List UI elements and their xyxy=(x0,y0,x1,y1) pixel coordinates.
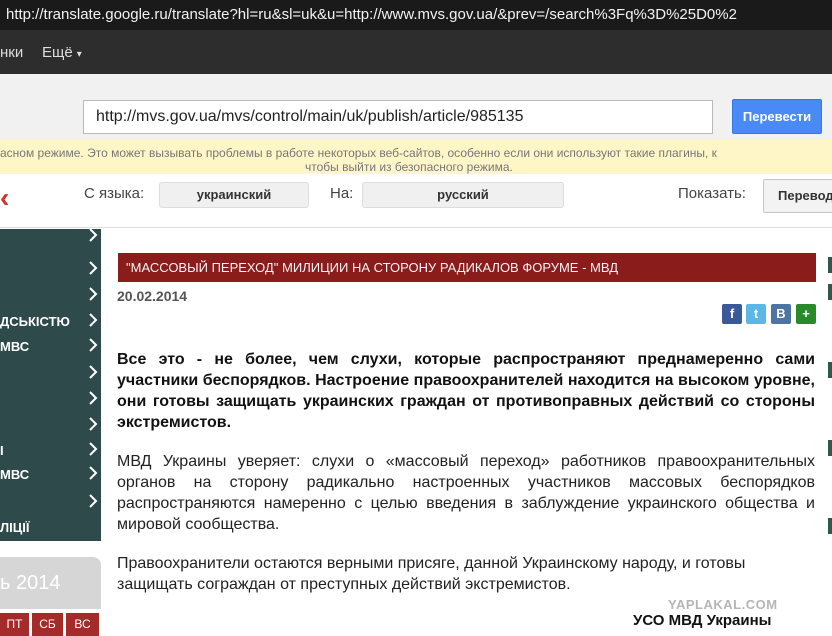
twitter-icon[interactable]: t xyxy=(746,304,766,324)
translate-form: http://mvs.gov.ua/mvs/control/main/uk/pu… xyxy=(0,74,832,140)
sidebar-item-label: ДСЬКІСТЮ xyxy=(0,314,70,329)
address-bar[interactable]: http://translate.google.ru/translate?hl=… xyxy=(0,0,832,30)
chevron-right-icon xyxy=(88,413,99,435)
right-block xyxy=(828,518,832,534)
article-date: 20.02.2014 xyxy=(117,288,188,304)
chevron-right-icon xyxy=(88,361,99,383)
article-title: "МАССОВЫЙ ПЕРЕХОД" МИЛИЦИИ НА СТОРОНУ РА… xyxy=(118,253,816,282)
more-menu-label: Ещё xyxy=(42,44,73,61)
article-paragraph: Правоохранители остаются верными присяге… xyxy=(117,555,746,593)
calendar-weekday: ВС xyxy=(66,613,99,636)
sidebar-item[interactable]: МВС xyxy=(0,333,101,359)
share-more-icon[interactable]: + xyxy=(796,304,816,324)
right-column-fragment xyxy=(822,229,832,636)
watermark: YAPLAKAL.COM xyxy=(668,597,778,612)
calendar-year: ь 2014 xyxy=(0,572,61,594)
address-bar-url: http://translate.google.ru/translate?hl=… xyxy=(6,6,737,23)
language-bar: ‹ С языка: украинский На: русский Показа… xyxy=(0,174,832,228)
to-language-label: На: xyxy=(330,185,354,202)
right-block xyxy=(828,284,832,300)
facebook-icon[interactable]: f xyxy=(722,304,742,324)
warning-text-2: чтобы выйти из безопасного режима. xyxy=(305,160,513,174)
chevron-right-icon xyxy=(88,334,99,356)
sidebar-item[interactable]: МВС xyxy=(0,461,101,487)
sidebar-item[interactable] xyxy=(0,282,101,308)
sidebar-item[interactable] xyxy=(0,386,101,412)
from-language-label: С языка: xyxy=(84,185,145,202)
calendar-weekday: ПТ xyxy=(0,613,29,636)
url-input[interactable]: http://mvs.gov.ua/mvs/control/main/uk/pu… xyxy=(83,100,713,134)
right-block xyxy=(828,362,832,378)
sidebar-item-label: МВС xyxy=(0,339,30,354)
chevron-right-icon xyxy=(88,224,99,246)
safe-mode-warning: асном режиме. Это может вызывать проблем… xyxy=(0,140,832,174)
logo-fragment: ‹ xyxy=(0,182,10,213)
sidebar-item-label: ЛІЦІЇ xyxy=(0,520,30,535)
right-block xyxy=(828,440,832,456)
chevron-right-icon xyxy=(88,283,99,305)
vkontakte-icon[interactable]: B xyxy=(771,304,791,324)
right-block xyxy=(828,257,832,273)
translate-button[interactable]: Перевести xyxy=(732,99,822,134)
sidebar-item[interactable]: ЛІЦІЇ xyxy=(0,514,101,540)
sidebar-item-label: І xyxy=(0,443,4,458)
caret-down-icon: ▾ xyxy=(76,49,82,60)
to-language-select[interactable]: русский xyxy=(362,182,564,208)
sidebar-item[interactable] xyxy=(0,360,101,386)
chevron-right-icon xyxy=(88,438,99,460)
sidebar-item[interactable] xyxy=(0,223,101,249)
from-language-select[interactable]: украинский xyxy=(159,182,309,208)
sidebar-menu: ДСЬКІСТЮ МВС І МВС ЛІЦІЇ xyxy=(0,228,101,541)
show-translation-button[interactable]: Перевод xyxy=(763,179,832,213)
sidebar-item-label: МВС xyxy=(0,467,30,482)
warning-text: асном режиме. Это может вызывать проблем… xyxy=(0,146,717,160)
chevron-right-icon xyxy=(88,257,99,279)
article-paragraph: МВД Украины уверяет: слухи о «массовый п… xyxy=(117,453,815,533)
calendar-month-header: ь 2014 xyxy=(0,557,101,609)
chevron-right-icon xyxy=(88,387,99,409)
sidebar-item[interactable]: ДСЬКІСТЮ xyxy=(0,308,101,334)
chevron-right-icon xyxy=(88,490,99,512)
show-label: Показать: xyxy=(678,185,746,202)
article-signature: УСО МВД Украины xyxy=(633,612,772,629)
chevron-right-icon xyxy=(88,462,99,484)
google-bar-item[interactable]: нки xyxy=(0,44,23,61)
sidebar-item[interactable]: І xyxy=(0,437,101,463)
sidebar-item[interactable] xyxy=(0,412,101,438)
article-lead: Все это - не более, чем слухи, которые р… xyxy=(117,351,815,431)
calendar-weekday: СБ xyxy=(32,613,63,636)
sidebar-item[interactable] xyxy=(0,256,101,282)
more-menu[interactable]: Ещё ▾ xyxy=(42,44,82,61)
calendar-weekdays: ПТ СБ ВС xyxy=(0,611,101,636)
sidebar-item[interactable] xyxy=(0,489,101,515)
google-bar: нки Ещё ▾ xyxy=(0,30,832,74)
chevron-right-icon xyxy=(88,309,99,331)
